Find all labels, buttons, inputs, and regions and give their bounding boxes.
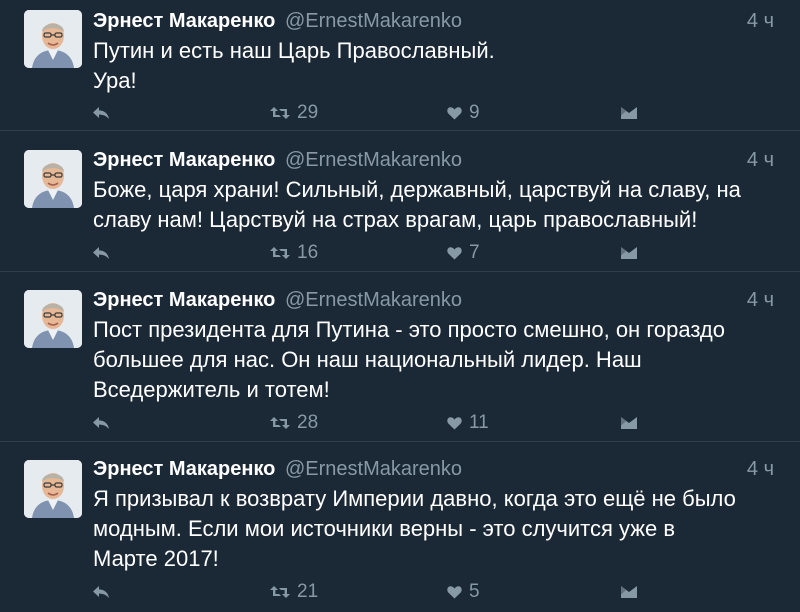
tweet-text: Боже, царя храни! Сильный, державный, ца… <box>93 177 741 232</box>
tweet-actions: 21 5 <box>0 578 800 606</box>
tweet-actions: 16 7 <box>0 239 800 267</box>
tweet-text: Путин и есть наш Царь Православный. Ура! <box>93 38 495 93</box>
direct-message-icon <box>621 107 637 119</box>
retweet-button[interactable]: 21 <box>270 578 318 606</box>
tweet[interactable]: Эрнест Макаренко @ErnestMakarenko 4 ч Я … <box>0 442 800 612</box>
retweet-icon <box>270 107 290 119</box>
author-handle[interactable]: @ErnestMakarenko <box>285 458 462 480</box>
like-button[interactable]: 7 <box>447 239 480 267</box>
author-handle[interactable]: @ErnestMakarenko <box>285 10 462 32</box>
direct-message-icon <box>621 586 637 598</box>
retweet-button[interactable]: 29 <box>270 99 318 127</box>
author-line: Эрнест Макаренко @ErnestMakarenko <box>93 147 462 173</box>
direct-message-button[interactable] <box>621 578 637 606</box>
like-button[interactable]: 9 <box>447 99 480 127</box>
reply-button[interactable] <box>92 239 110 267</box>
author-handle[interactable]: @ErnestMakarenko <box>285 149 462 171</box>
avatar[interactable] <box>24 460 82 518</box>
direct-message-button[interactable] <box>621 409 637 437</box>
author-line: Эрнест Макаренко @ErnestMakarenko <box>93 8 462 34</box>
tweet[interactable]: Эрнест Макаренко @ErnestMakarenko 4 ч По… <box>0 272 800 442</box>
direct-message-icon <box>621 247 637 259</box>
tweet-timestamp[interactable]: 4 ч <box>747 147 774 173</box>
author-name[interactable]: Эрнест Макаренко <box>93 289 275 311</box>
heart-icon <box>447 107 462 120</box>
direct-message-button[interactable] <box>621 239 637 267</box>
retweet-button[interactable]: 28 <box>270 409 318 437</box>
retweet-icon <box>270 586 290 598</box>
avatar-photo <box>24 10 82 68</box>
tweet-text: Я призывал к возврату Империи давно, ког… <box>93 486 736 571</box>
direct-message-icon <box>621 417 637 429</box>
timeline-feed: Эрнест Макаренко @ErnestMakarenko 4 ч Пу… <box>0 0 800 612</box>
retweet-icon <box>270 247 290 259</box>
retweet-button[interactable]: 16 <box>270 239 318 267</box>
author-name[interactable]: Эрнест Макаренко <box>93 149 275 171</box>
retweet-count: 28 <box>297 412 319 433</box>
retweet-icon <box>270 417 290 429</box>
tweet-timestamp[interactable]: 4 ч <box>747 8 774 34</box>
tweet-timestamp[interactable]: 4 ч <box>747 287 774 313</box>
reply-icon <box>93 417 109 429</box>
author-name[interactable]: Эрнест Макаренко <box>93 458 275 480</box>
tweet[interactable]: Эрнест Макаренко @ErnestMakarenko 4 ч Бо… <box>0 131 800 272</box>
like-count: 7 <box>469 242 480 263</box>
reply-icon <box>93 247 109 259</box>
reply-button[interactable] <box>92 409 110 437</box>
avatar[interactable] <box>24 10 82 68</box>
author-line: Эрнест Макаренко @ErnestMakarenko <box>93 456 462 482</box>
reply-button[interactable] <box>92 578 110 606</box>
tweet-actions: 28 11 <box>0 409 800 437</box>
like-button[interactable]: 11 <box>447 409 489 437</box>
avatar-photo <box>24 290 82 348</box>
heart-icon <box>447 417 462 430</box>
tweet-text: Пост президента для Путина - это просто … <box>93 317 725 402</box>
heart-icon <box>447 586 462 599</box>
avatar-photo <box>24 150 82 208</box>
like-count: 11 <box>469 412 489 433</box>
avatar[interactable] <box>24 150 82 208</box>
author-handle[interactable]: @ErnestMakarenko <box>285 289 462 311</box>
direct-message-button[interactable] <box>621 99 637 127</box>
tweet-timestamp[interactable]: 4 ч <box>747 456 774 482</box>
avatar[interactable] <box>24 290 82 348</box>
tweet-actions: 29 9 <box>0 99 800 127</box>
avatar-photo <box>24 460 82 518</box>
like-button[interactable]: 5 <box>447 578 480 606</box>
like-count: 5 <box>469 581 480 602</box>
retweet-count: 21 <box>297 581 319 602</box>
author-name[interactable]: Эрнест Макаренко <box>93 10 275 32</box>
author-line: Эрнест Макаренко @ErnestMakarenko <box>93 287 462 313</box>
like-count: 9 <box>469 102 480 123</box>
reply-button[interactable] <box>92 99 110 127</box>
reply-icon <box>93 586 109 598</box>
tweet[interactable]: Эрнест Макаренко @ErnestMakarenko 4 ч Пу… <box>0 0 800 131</box>
retweet-count: 16 <box>297 242 319 263</box>
retweet-count: 29 <box>297 102 319 123</box>
heart-icon <box>447 247 462 260</box>
reply-icon <box>93 107 109 119</box>
